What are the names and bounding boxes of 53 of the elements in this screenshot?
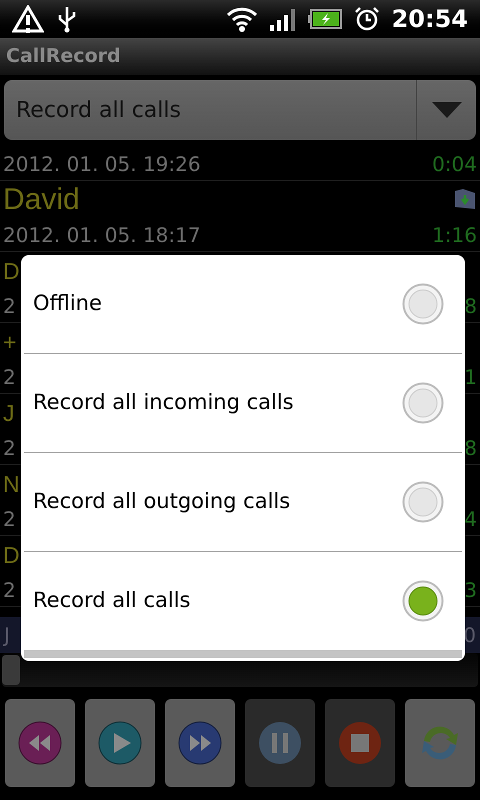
call-duration: 4	[464, 506, 477, 533]
caller-name: D	[3, 544, 20, 566]
radio-button[interactable]	[402, 382, 444, 424]
play-icon	[98, 721, 142, 765]
caller-name: David	[3, 185, 80, 215]
pause-icon	[258, 721, 302, 765]
option-label: Record all calls	[33, 587, 190, 614]
clock-time: 20:54	[392, 4, 468, 35]
battery-icon	[308, 9, 342, 29]
warning-icon	[12, 5, 44, 33]
alarm-clock-icon	[354, 6, 380, 32]
call-date: 2012. 01. 05. 19:26	[3, 151, 201, 178]
call-duration: 8	[464, 435, 477, 462]
fast-forward-icon	[178, 721, 222, 765]
usb-icon	[56, 5, 78, 33]
call-duration: 0	[463, 622, 476, 649]
call-date: 2	[3, 577, 16, 604]
caller-name: J	[3, 402, 14, 424]
option-label: Offline	[33, 290, 102, 318]
dropdown-value: Record all calls	[15, 96, 182, 124]
caller-name: +	[3, 330, 16, 354]
caller-name: J	[4, 622, 10, 649]
wifi-icon	[226, 6, 258, 32]
rewind-icon	[18, 721, 62, 765]
call-duration: 1:16	[432, 222, 477, 249]
call-date: 2	[3, 364, 16, 391]
play-button[interactable]	[85, 699, 155, 787]
option-label: Record all outgoing calls	[33, 488, 290, 516]
rewind-button[interactable]	[5, 699, 75, 787]
call-date: 2	[3, 506, 16, 533]
mode-option[interactable]: Offline	[24, 255, 462, 353]
slider-thumb[interactable]	[2, 655, 20, 685]
call-duration: 8	[464, 293, 477, 320]
mode-option[interactable]: Record all calls	[24, 552, 462, 650]
caller-name: N	[3, 472, 20, 496]
call-duration: 1	[464, 364, 477, 391]
caller-name: D	[3, 260, 20, 282]
option-label: Record all incoming calls	[33, 389, 294, 416]
call-date: 2	[3, 435, 16, 462]
radio-button[interactable]	[402, 283, 444, 325]
signal-icon	[270, 7, 296, 31]
call-duration: 0:04	[432, 151, 477, 178]
stop-icon	[338, 721, 382, 765]
call-duration: 3	[464, 577, 477, 604]
radio-button[interactable]	[402, 481, 444, 523]
app-title: CallRecord	[6, 44, 121, 70]
call-date: 2	[3, 293, 16, 320]
caret-icon	[432, 102, 462, 118]
mode-option[interactable]: Record all incoming calls	[24, 354, 462, 452]
forward-button[interactable]	[165, 699, 235, 787]
call-date: 2012. 01. 05. 18:17	[3, 222, 201, 249]
mode-option[interactable]: Record all outgoing calls	[24, 453, 462, 551]
radio-button[interactable]	[402, 580, 444, 622]
